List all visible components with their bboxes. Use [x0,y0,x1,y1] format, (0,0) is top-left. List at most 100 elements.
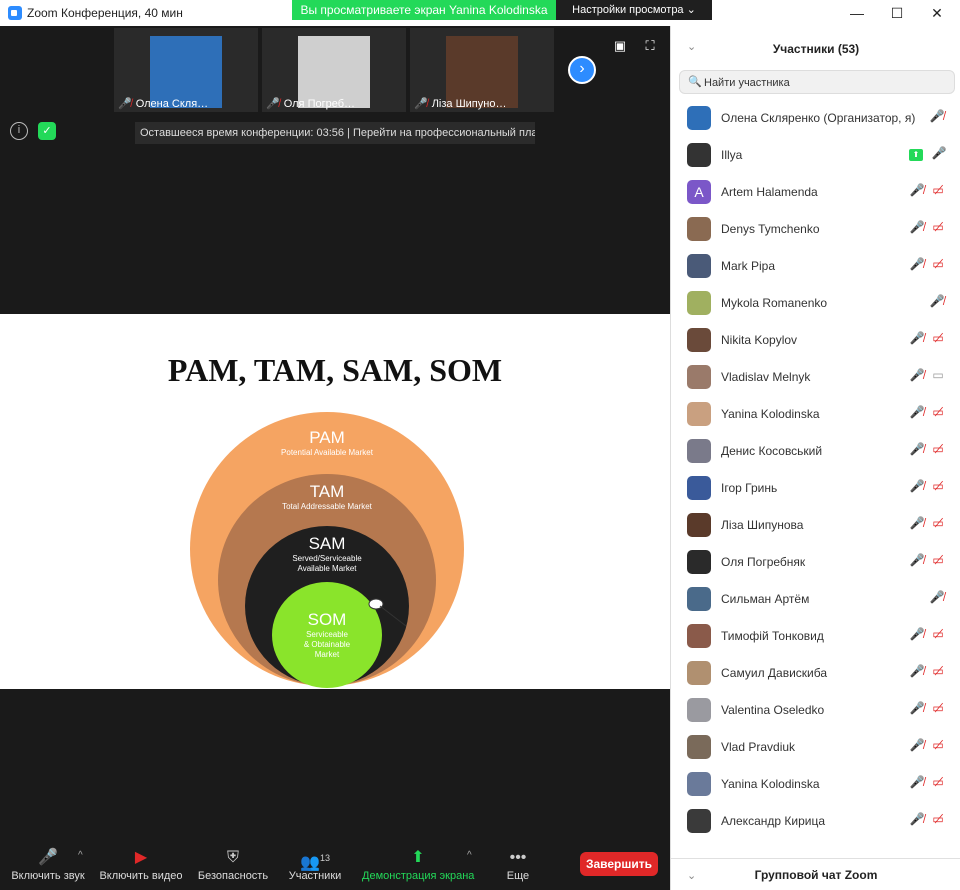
info-icon[interactable]: i [10,122,28,140]
participant-row[interactable]: Illya ⬆ 🎤 [671,137,960,174]
view-settings-button[interactable]: Настройки просмотра ⌄ [556,0,712,20]
participant-name: Yanina Kolodinska [721,777,820,791]
participant-row[interactable]: Yanina Kolodinska 🎤̸ ▭̸ [671,396,960,433]
video-off-icon[interactable]: ▭̸ [929,812,947,830]
participant-row[interactable]: Vladislav Melnyk 🎤̸ ▭ [671,359,960,396]
unmute-button[interactable]: 🎤 Включить звук [8,846,88,882]
avatar [687,217,711,241]
pam-label: PAM Potential Available Market [281,428,373,457]
video-off-icon[interactable]: ▭̸ [929,183,947,201]
video-off-icon[interactable]: ▭̸ [929,775,947,793]
share-screen-button[interactable]: ⬆ Демонстрация экрана [362,846,474,882]
participant-name: Самуил Давискиба [721,666,828,680]
mic-muted-icon[interactable]: 🎤̸ [909,183,925,201]
mic-muted-icon[interactable]: 🎤̸ [909,331,925,349]
mic-muted-icon[interactable]: 🎤̸ [909,257,925,275]
end-meeting-button[interactable]: Завершить [580,852,658,876]
video-thumbnail[interactable]: 🎤̸ Ліза Шипуно… [410,28,554,112]
video-off-icon[interactable]: ▭̸ [929,331,947,349]
participant-row[interactable]: Самуил Давискиба 🎤̸ ▭̸ [671,655,960,692]
participant-row[interactable]: Valentina Oseledko 🎤̸ ▭̸ [671,692,960,729]
minimize-icon[interactable]: — [842,2,872,24]
participant-row[interactable]: A Artem Halamenda 🎤̸ ▭̸ [671,174,960,211]
group-chat-footer[interactable]: ⌄ Групповой чат Zoom [671,858,960,890]
start-video-button[interactable]: ▶ Включить видео [98,846,184,882]
zoom-logo-icon [8,6,22,20]
video-off-icon[interactable]: ▭̸ [929,701,947,719]
mic-muted-icon[interactable]: 🎤̸ [909,405,925,423]
mic-muted-icon[interactable]: 🎤̸ [909,738,925,756]
participant-row[interactable]: Vlad Pravdiuk 🎤̸ ▭̸ [671,729,960,766]
fullscreen-icon[interactable]: ⛶ [642,38,658,54]
video-off-icon[interactable]: ▭̸ [929,553,947,571]
video-thumbnail[interactable]: 🎤̸ Олена Скля… [114,28,258,112]
mic-muted-icon[interactable]: 🎤̸ [909,627,925,645]
participant-name: Ліза Шипунова [721,518,804,532]
close-icon[interactable]: ✕ [922,2,952,24]
video-off-icon[interactable]: ▭̸ [929,516,947,534]
participants-button[interactable]: 👥13 Участники [284,846,346,882]
participant-row[interactable]: Ліза Шипунова 🎤̸ ▭̸ [671,507,960,544]
next-page-button[interactable]: › [568,56,596,84]
participants-panel: ⌄ Участники (53) 🔍 Олена Скляренко (Орга… [670,26,960,890]
search-input[interactable] [704,75,944,91]
more-button[interactable]: ••• Еще [496,846,540,882]
mic-muted-icon[interactable]: 🎤̸ [909,701,925,719]
mic-muted-icon[interactable]: 🎤̸ [909,812,925,830]
mic-muted-icon[interactable]: 🎤̸ [909,516,925,534]
participants-icon: 👥 [300,854,320,872]
share-options-caret-icon[interactable]: ^ [467,850,472,861]
participant-row[interactable]: Олена Скляренко (Организатор, я) 🎤̸ [671,100,960,137]
participant-name: Valentina Oseledko [721,703,825,717]
encryption-shield-icon[interactable]: ✓ [38,122,56,140]
mic-muted-icon[interactable]: 🎤̸ [909,553,925,571]
audio-options-caret-icon[interactable]: ^ [78,850,83,861]
video-thumbnail[interactable]: 🎤̸ Оля Погреб… [262,28,406,112]
mic-muted-icon[interactable]: 🎤̸ [909,442,925,460]
participant-row[interactable]: Денис Косовський 🎤̸ ▭̸ [671,433,960,470]
maximize-icon[interactable]: ☐ [882,2,912,24]
participant-name: Mykola Romanenko [721,296,828,310]
tam-label: TAM Total Addressable Market [282,482,372,511]
participant-row[interactable]: Mykola Romanenko 🎤̸ [671,285,960,322]
video-on-icon[interactable]: ▭ [929,368,947,386]
participant-row[interactable]: Nikita Kopylov 🎤̸ ▭̸ [671,322,960,359]
more-icon: ••• [509,849,527,866]
video-off-icon[interactable]: ▭̸ [929,257,947,275]
participant-name: Vlad Pravdiuk [721,740,796,754]
time-remaining-notice[interactable]: Оставшееся время конференции: 03:56 | Пе… [135,122,535,144]
avatar [687,735,711,759]
astronaut-icon [368,598,407,627]
view-layout-icon[interactable]: ▣ [612,38,628,54]
mic-muted-icon[interactable]: 🎤̸ [929,590,945,608]
participant-row[interactable]: Denys Tymchenko 🎤̸ ▭̸ [671,211,960,248]
mic-muted-icon[interactable]: 🎤̸ [929,109,945,127]
participant-row[interactable]: Сильман Артём 🎤̸ [671,581,960,618]
video-off-icon[interactable]: ▭̸ [929,738,947,756]
video-off-icon[interactable]: ▭̸ [929,664,947,682]
panel-header: ⌄ Участники (53) [671,26,960,70]
participant-row[interactable]: Оля Погребняк 🎤̸ ▭̸ [671,544,960,581]
participant-row[interactable]: Ігор Гринь 🎤̸ ▭̸ [671,470,960,507]
participant-row[interactable]: Тимофій Тонковид 🎤̸ ▭̸ [671,618,960,655]
mic-muted-icon[interactable]: 🎤̸ [909,775,925,793]
security-button[interactable]: ⛨ Безопасность [196,846,270,882]
video-off-icon[interactable]: ▭̸ [929,627,947,645]
mic-muted-icon[interactable]: 🎤̸ [909,368,925,386]
participant-row[interactable]: Александр Кирица 🎤̸ ▭̸ [671,803,960,840]
participant-row[interactable]: Mark Pipa 🎤̸ ▭̸ [671,248,960,285]
video-off-icon[interactable]: ▭̸ [929,405,947,423]
video-off-icon[interactable]: ▭̸ [929,442,947,460]
avatar [687,365,711,389]
video-off-icon[interactable]: ▭̸ [929,479,947,497]
mic-muted-icon[interactable]: 🎤̸ [909,664,925,682]
video-off-icon[interactable]: ▭̸ [929,220,947,238]
participant-search[interactable]: 🔍 [679,70,955,94]
mic-on-icon[interactable]: 🎤 [931,146,947,164]
participant-name: Ігор Гринь [721,481,778,495]
mic-muted-icon[interactable]: 🎤̸ [929,294,945,312]
mic-muted-icon[interactable]: 🎤̸ [909,479,925,497]
participant-name: Vladislav Melnyk [721,370,811,384]
participant-row[interactable]: Yanina Kolodinska 🎤̸ ▭̸ [671,766,960,803]
mic-muted-icon[interactable]: 🎤̸ [909,220,925,238]
